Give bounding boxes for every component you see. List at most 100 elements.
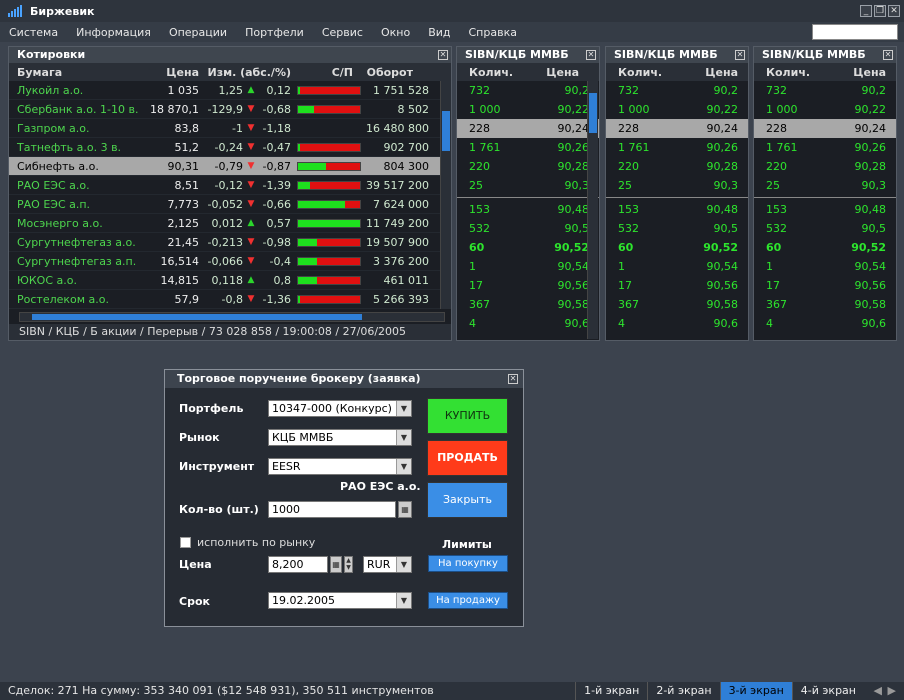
table-row[interactable]: Мосэнерго а.о. 2,125 0,012 ▲ 0,57 11 749 200 <box>9 214 451 233</box>
calculator-icon[interactable]: ▦ <box>330 556 342 573</box>
chevron-down-icon[interactable]: ▼ <box>396 401 411 416</box>
currency-select[interactable]: RUR ▼ <box>363 556 412 573</box>
orderbook-row[interactable]: 220 90,28 <box>606 157 748 176</box>
col-bidask[interactable]: С/П <box>291 66 353 79</box>
orderbook-row[interactable]: 1 761 90,26 <box>457 138 599 157</box>
orderbook-row[interactable]: 532 90,5 <box>754 219 896 238</box>
table-row[interactable]: ЮКОС а.о. 14,815 0,118 ▲ 0,8 461 011 <box>9 271 451 290</box>
panel-close-icon[interactable]: ✕ <box>735 50 745 60</box>
orderbook-row[interactable]: 60 90,52 <box>754 238 896 257</box>
table-row[interactable]: Ростелеком а.о. 57,9 -0,8 ▼ -1,36 5 266 393 <box>9 290 451 309</box>
panel-close-icon[interactable]: ✕ <box>438 50 448 60</box>
orderbook-row[interactable]: 25 90,3 <box>754 176 896 195</box>
tab-screen-1[interactable]: 1-й экран <box>575 682 647 700</box>
sell-button[interactable]: ПРОДАТЬ <box>427 440 508 476</box>
chevron-down-icon[interactable]: ▼ <box>396 430 411 445</box>
orderbook-scrollbar[interactable] <box>587 81 598 339</box>
orderbook-row[interactable]: 4 90,6 <box>754 314 896 333</box>
orderbook-row[interactable]: 732 90,2 <box>754 81 896 100</box>
table-row[interactable]: Сбербанк а.о. 1-10 в. 18 870,1 -129,9 ▼ -0,6… <box>9 100 451 119</box>
orderbook-row[interactable]: 228 90,24 <box>457 119 599 138</box>
table-row[interactable]: Сургутнефтегаз а.п. 16,514 -0,066 ▼ -0,4 3 37… <box>9 252 451 271</box>
orderbook-row[interactable]: 1 000 90,22 <box>606 100 748 119</box>
close-button[interactable]: Закрыть <box>427 482 508 518</box>
col-price[interactable]: Цена <box>139 66 199 79</box>
orderbook-row[interactable]: 4 90,6 <box>606 314 748 333</box>
menu-item-portfolios[interactable]: Портфели <box>236 26 313 39</box>
tab-prev-icon[interactable]: ◀ <box>874 682 882 700</box>
menu-item-info[interactable]: Информация <box>67 26 160 39</box>
table-row[interactable]: Сибнефть а.о. 90,31 -0,79 ▼ -0,87 804 300 <box>9 157 451 176</box>
orderbook-row[interactable]: 4 90,6 <box>457 314 599 333</box>
calendar-dropdown-icon[interactable]: ▼ <box>396 593 411 608</box>
table-row[interactable]: Лукойл а.о. 1 035 1,25 ▲ 0,12 1 751 528 <box>9 81 451 100</box>
close-icon[interactable]: ✕ <box>888 5 900 17</box>
orderbook-row[interactable]: 1 000 90,22 <box>457 100 599 119</box>
orderbook-row[interactable]: 17 90,56 <box>754 276 896 295</box>
price-input[interactable]: 8,200 <box>268 556 328 573</box>
tab-screen-4[interactable]: 4-й экран <box>791 682 864 700</box>
orderbook-row[interactable]: 25 90,3 <box>606 176 748 195</box>
orderbook-row[interactable]: 732 90,2 <box>457 81 599 100</box>
table-row[interactable]: РАО ЕЭС а.о. 8,51 -0,12 ▼ -1,39 39 517 200 <box>9 176 451 195</box>
orderbook-row[interactable]: 1 761 90,26 <box>606 138 748 157</box>
market-exec-checkbox[interactable] <box>180 537 191 548</box>
orderbook-row[interactable]: 367 90,58 <box>754 295 896 314</box>
orderbook-row[interactable]: 1 90,54 <box>457 257 599 276</box>
orderbook-row[interactable]: 153 90,48 <box>754 200 896 219</box>
limit-buy-button[interactable]: На покупку <box>428 555 508 572</box>
qty-input[interactable]: 1000 <box>268 501 396 518</box>
chevron-down-icon[interactable]: ▼ <box>396 557 411 572</box>
orderbook-row[interactable]: 17 90,56 <box>457 276 599 295</box>
search-input[interactable] <box>812 24 898 40</box>
calculator-icon[interactable]: ▦ <box>398 501 412 518</box>
buy-button[interactable]: КУПИТЬ <box>427 398 508 434</box>
col-name[interactable]: Бумага <box>9 66 139 79</box>
menu-item-help[interactable]: Справка <box>460 26 526 39</box>
tab-screen-3[interactable]: 3-й экран <box>719 682 792 700</box>
orderbook-row[interactable]: 25 90,3 <box>457 176 599 195</box>
quotes-scrollbar[interactable] <box>440 81 451 309</box>
table-row[interactable]: Сургутнефтегаз а.о. 21,45 -0,213 ▼ -0,98 19 5… <box>9 233 451 252</box>
term-date-input[interactable]: 19.02.2005 ▼ <box>268 592 412 609</box>
tab-next-icon[interactable]: ▶ <box>888 682 896 700</box>
orderbook-row[interactable]: 367 90,58 <box>457 295 599 314</box>
col-change[interactable]: Изм. (абс./%) <box>199 66 292 79</box>
orderbook-row[interactable]: 1 90,54 <box>606 257 748 276</box>
orderbook-row[interactable]: 1 90,54 <box>754 257 896 276</box>
orderbook-row[interactable]: 17 90,56 <box>606 276 748 295</box>
orderbook-row[interactable]: 60 90,52 <box>457 238 599 257</box>
table-row[interactable]: Татнефть а.о. 3 в. 51,2 -0,24 ▼ -0,47 902 700 <box>9 138 451 157</box>
menu-item-service[interactable]: Сервис <box>313 26 372 39</box>
menu-item-system[interactable]: Система <box>0 26 67 39</box>
price-stepper[interactable]: ▲ ▼ <box>344 556 353 573</box>
quotes-hscrollbar[interactable] <box>19 312 445 322</box>
restore-icon[interactable]: ❐ <box>874 5 886 17</box>
orderbook-row[interactable]: 228 90,24 <box>754 119 896 138</box>
orderbook-row[interactable]: 1 000 90,22 <box>754 100 896 119</box>
portfolio-select[interactable]: 10347-000 (Конкурс) ▼ <box>268 400 412 417</box>
menu-item-view[interactable]: Вид <box>419 26 459 39</box>
orderbook-row[interactable]: 532 90,5 <box>457 219 599 238</box>
market-select[interactable]: КЦБ ММВБ ▼ <box>268 429 412 446</box>
table-row[interactable]: РАО ЕЭС а.п. 7,773 -0,052 ▼ -0,66 7 624 000 <box>9 195 451 214</box>
tab-screen-2[interactable]: 2-й экран <box>647 682 719 700</box>
orderbook-row[interactable]: 153 90,48 <box>606 200 748 219</box>
chevron-down-icon[interactable]: ▼ <box>396 459 411 474</box>
limit-sell-button[interactable]: На продажу <box>428 592 508 609</box>
orderbook-row[interactable]: 1 761 90,26 <box>754 138 896 157</box>
table-row[interactable]: Газпром а.о. 83,8 -1 ▼ -1,18 16 480 800 <box>9 119 451 138</box>
orderbook-row[interactable]: 153 90,48 <box>457 200 599 219</box>
orderbook-row[interactable]: 367 90,58 <box>606 295 748 314</box>
menu-item-window[interactable]: Окно <box>372 26 419 39</box>
panel-close-icon[interactable]: ✕ <box>586 50 596 60</box>
panel-close-icon[interactable]: ✕ <box>883 50 893 60</box>
orderbook-row[interactable]: 228 90,24 <box>606 119 748 138</box>
minimize-icon[interactable]: _ <box>860 5 872 17</box>
dialog-close-icon[interactable]: ✕ <box>508 374 518 384</box>
orderbook-row[interactable]: 220 90,28 <box>754 157 896 176</box>
orderbook-row[interactable]: 60 90,52 <box>606 238 748 257</box>
menu-item-operations[interactable]: Операции <box>160 26 236 39</box>
instrument-select[interactable]: EESR ▼ <box>268 458 412 475</box>
orderbook-row[interactable]: 732 90,2 <box>606 81 748 100</box>
